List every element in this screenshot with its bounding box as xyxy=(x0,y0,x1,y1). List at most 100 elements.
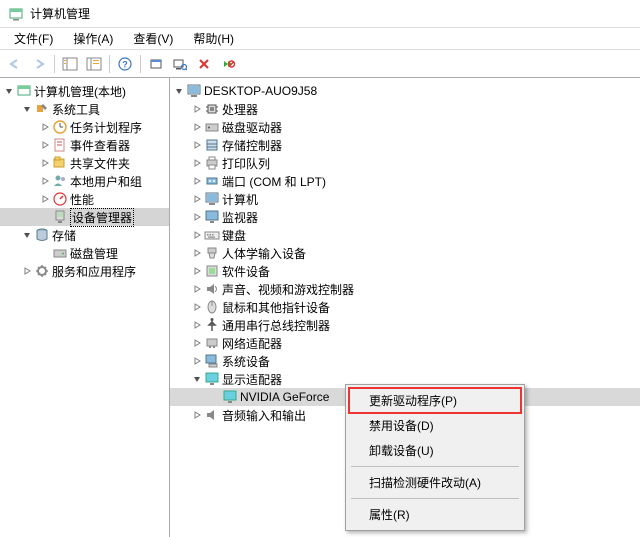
expander-icon[interactable] xyxy=(38,120,52,134)
menu-help[interactable]: 帮助(H) xyxy=(183,28,244,49)
context-menu-item[interactable]: 属性(R) xyxy=(349,502,521,527)
tree-item[interactable]: 通用串行总线控制器 xyxy=(170,316,640,334)
expander-icon[interactable] xyxy=(20,102,34,116)
expander-icon[interactable] xyxy=(190,102,204,116)
kb-icon xyxy=(204,227,220,243)
tree-item-label: 人体学输入设备 xyxy=(222,245,306,262)
expander-icon[interactable] xyxy=(190,336,204,350)
expander-icon[interactable] xyxy=(190,228,204,242)
right-tree-pane[interactable]: DESKTOP-AUO9J58处理器磁盘驱动器存储控制器打印队列端口 (COM … xyxy=(170,78,640,537)
context-menu-separator xyxy=(351,498,519,499)
tree-item-label: NVIDIA GeForce xyxy=(240,390,329,404)
tree-item[interactable]: 本地用户和组 xyxy=(0,172,169,190)
show-hide-tree-button[interactable] xyxy=(59,53,81,75)
expander-icon[interactable] xyxy=(190,372,204,386)
expander-icon[interactable] xyxy=(38,174,52,188)
disk-icon xyxy=(52,245,68,261)
tree-item[interactable]: 声音、视频和游戏控制器 xyxy=(170,280,640,298)
tree-item[interactable]: 事件查看器 xyxy=(0,136,169,154)
tree-item[interactable]: 软件设备 xyxy=(170,262,640,280)
context-menu-item[interactable]: 卸载设备(U) xyxy=(349,438,521,463)
expander-icon[interactable] xyxy=(190,210,204,224)
tree-item[interactable]: 磁盘管理 xyxy=(0,244,169,262)
tree-item[interactable]: 鼠标和其他指针设备 xyxy=(170,298,640,316)
tree-item-label: 网络适配器 xyxy=(222,335,282,352)
expander-icon[interactable] xyxy=(38,246,52,260)
tree-item[interactable]: DESKTOP-AUO9J58 xyxy=(170,82,640,100)
expander-icon[interactable] xyxy=(38,210,52,224)
context-menu-item[interactable]: 禁用设备(D) xyxy=(349,413,521,438)
expander-icon[interactable] xyxy=(190,192,204,206)
expander-icon[interactable] xyxy=(190,300,204,314)
tree-item[interactable]: 打印队列 xyxy=(170,154,640,172)
tree-item-label: 打印队列 xyxy=(222,155,270,172)
context-menu-item[interactable]: 扫描检测硬件改动(A) xyxy=(349,470,521,495)
context-menu-separator xyxy=(351,466,519,467)
expander-icon[interactable] xyxy=(208,390,222,404)
tree-item[interactable]: 网络适配器 xyxy=(170,334,640,352)
tree-item-label: 存储控制器 xyxy=(222,137,282,154)
expander-icon[interactable] xyxy=(38,156,52,170)
tree-item[interactable]: 监视器 xyxy=(170,208,640,226)
expander-icon[interactable] xyxy=(190,174,204,188)
context-menu: 更新驱动程序(P)禁用设备(D)卸载设备(U) 扫描检测硬件改动(A) 属性(R) xyxy=(345,384,525,531)
tree-item[interactable]: 键盘 xyxy=(170,226,640,244)
toolbar-item[interactable] xyxy=(145,53,167,75)
usb-icon xyxy=(204,317,220,333)
menu-file[interactable]: 文件(F) xyxy=(4,28,63,49)
event-icon xyxy=(52,137,68,153)
tree-item[interactable]: 处理器 xyxy=(170,100,640,118)
left-tree-pane[interactable]: 计算机管理(本地)系统工具任务计划程序事件查看器共享文件夹本地用户和组性能设备管… xyxy=(0,78,170,537)
tree-item[interactable]: 人体学输入设备 xyxy=(170,244,640,262)
menu-action[interactable]: 操作(A) xyxy=(63,28,123,49)
expander-icon[interactable] xyxy=(190,246,204,260)
scan-hardware-button[interactable] xyxy=(169,53,191,75)
tree-item[interactable]: 计算机 xyxy=(170,190,640,208)
expander-icon[interactable] xyxy=(20,264,34,278)
hdd-icon xyxy=(204,119,220,135)
expander-icon[interactable] xyxy=(172,84,186,98)
context-menu-item[interactable]: 更新驱动程序(P) xyxy=(349,388,521,413)
expander-icon[interactable] xyxy=(190,120,204,134)
expander-icon[interactable] xyxy=(190,156,204,170)
expander-icon[interactable] xyxy=(20,228,34,242)
tree-item-label: 鼠标和其他指针设备 xyxy=(222,299,330,316)
tree-item[interactable]: 存储控制器 xyxy=(170,136,640,154)
expander-icon[interactable] xyxy=(190,354,204,368)
expander-icon[interactable] xyxy=(190,282,204,296)
uninstall-device-button[interactable] xyxy=(193,53,215,75)
expander-icon[interactable] xyxy=(190,264,204,278)
mouse-icon xyxy=(204,299,220,315)
help-button[interactable]: ? xyxy=(114,53,136,75)
tree-item[interactable]: 任务计划程序 xyxy=(0,118,169,136)
forward-button[interactable] xyxy=(28,53,50,75)
expander-icon[interactable] xyxy=(190,318,204,332)
tree-item-label: 显示适配器 xyxy=(222,371,282,388)
soft-icon xyxy=(204,263,220,279)
tree-item[interactable]: 磁盘驱动器 xyxy=(170,118,640,136)
tree-item[interactable]: 计算机管理(本地) xyxy=(0,82,169,100)
tree-item-label: 软件设备 xyxy=(222,263,270,280)
tree-item[interactable]: 系统设备 xyxy=(170,352,640,370)
tree-item[interactable]: 设备管理器 xyxy=(0,208,169,226)
menu-view[interactable]: 查看(V) xyxy=(123,28,183,49)
expander-icon[interactable] xyxy=(38,192,52,206)
expander-icon[interactable] xyxy=(38,138,52,152)
tree-item[interactable]: 性能 xyxy=(0,190,169,208)
expander-icon[interactable] xyxy=(2,84,16,98)
tree-item[interactable]: 共享文件夹 xyxy=(0,154,169,172)
tree-item[interactable]: 端口 (COM 和 LPT) xyxy=(170,172,640,190)
tree-item[interactable]: 系统工具 xyxy=(0,100,169,118)
audio-icon xyxy=(204,407,220,423)
disable-device-button[interactable] xyxy=(217,53,239,75)
expander-icon[interactable] xyxy=(190,138,204,152)
display-icon xyxy=(222,389,238,405)
tree-item[interactable]: 存储 xyxy=(0,226,169,244)
properties-button[interactable] xyxy=(83,53,105,75)
display-icon xyxy=(204,371,220,387)
back-button[interactable] xyxy=(4,53,26,75)
expander-icon[interactable] xyxy=(190,408,204,422)
tree-item-label: 磁盘驱动器 xyxy=(222,119,282,136)
tree-item[interactable]: 服务和应用程序 xyxy=(0,262,169,280)
sys-icon xyxy=(204,353,220,369)
